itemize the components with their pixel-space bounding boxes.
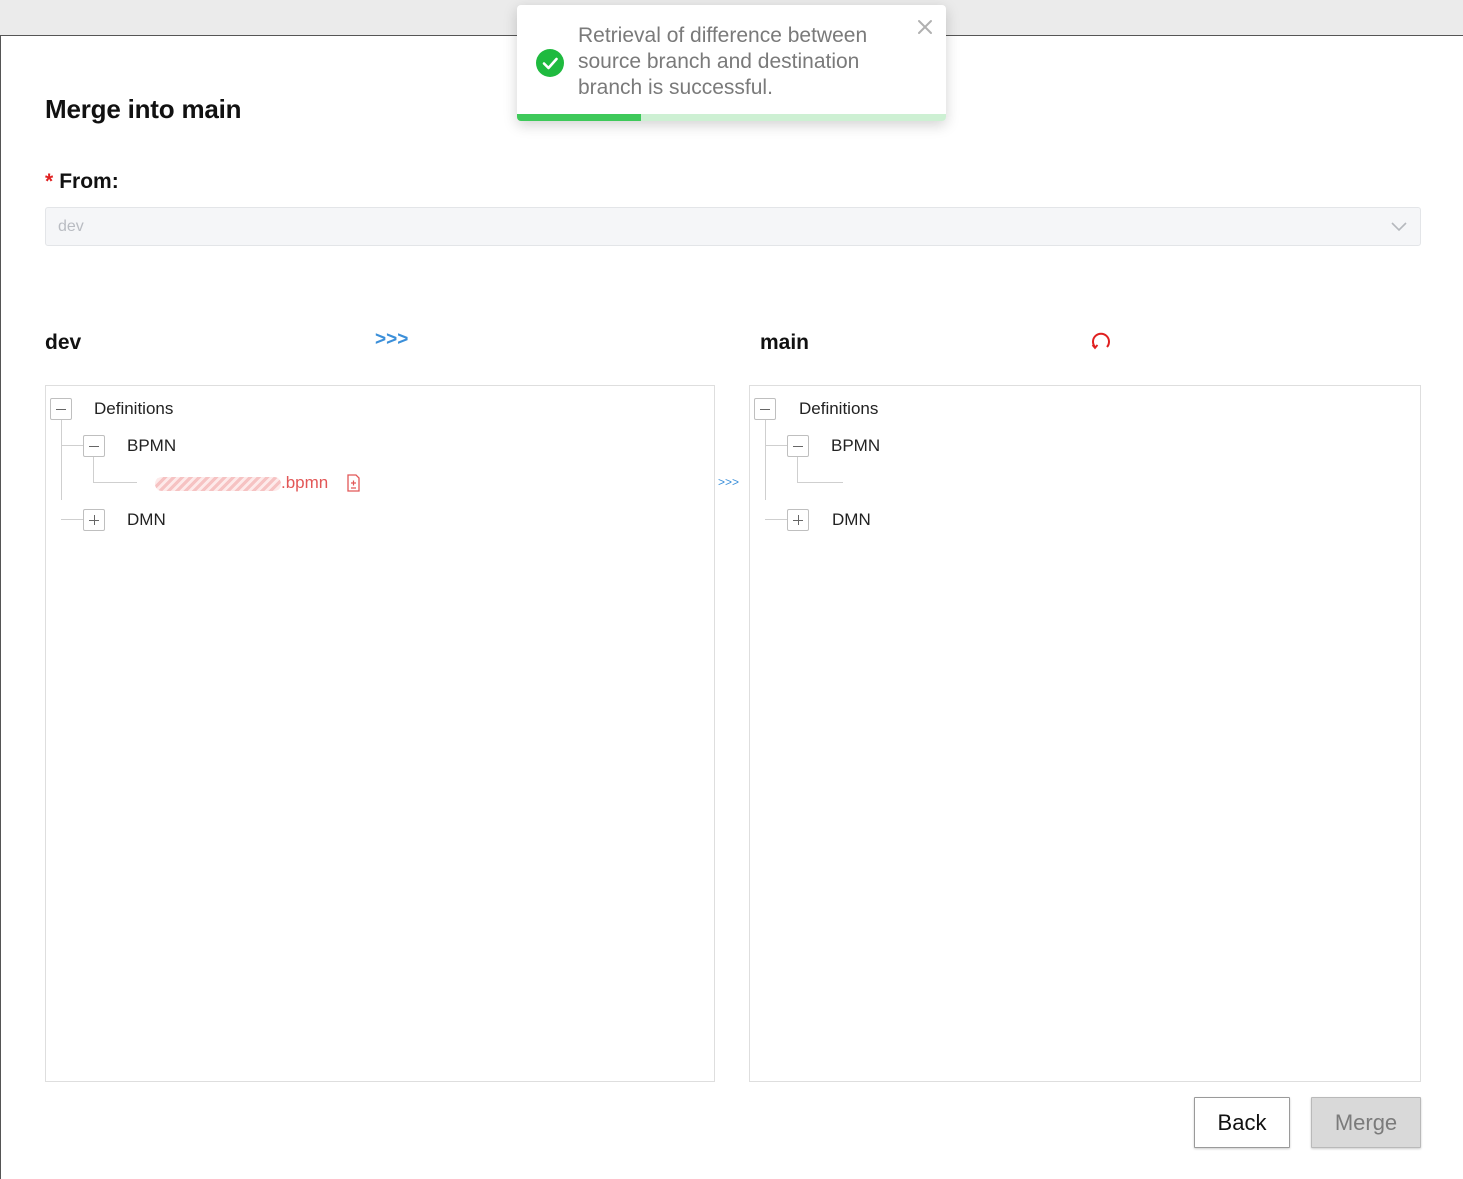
redacted-filename: [155, 477, 281, 491]
middle-arrows: >>>: [718, 475, 740, 489]
tree-node-definitions[interactable]: Definitions: [799, 399, 878, 419]
tree-node-dmn[interactable]: DMN: [832, 510, 871, 530]
collapse-toggle-definitions[interactable]: [754, 398, 776, 420]
destination-tree-panel: Definitions BPMN DMN: [749, 385, 1421, 1082]
page-title: Merge into main: [45, 94, 242, 124]
tree-node-bpmn[interactable]: BPMN: [831, 436, 880, 456]
tree-node-bpmn[interactable]: BPMN: [127, 436, 176, 456]
tree-line: [765, 418, 766, 500]
destination-branch-label: main: [760, 331, 810, 354]
tree-line: [93, 482, 137, 483]
tree-line: [797, 456, 798, 483]
tree-line: [765, 519, 787, 520]
from-branch-value: dev: [58, 218, 84, 235]
tree-node-definitions[interactable]: Definitions: [94, 399, 173, 419]
check-circle-icon: [536, 49, 564, 77]
collapse-toggle-definitions[interactable]: [50, 398, 72, 420]
tree-node-bpmn-file[interactable]: .bpmn: [281, 473, 328, 493]
from-branch-select[interactable]: dev: [45, 207, 1421, 246]
tree-line: [797, 482, 843, 483]
compare-arrows-link[interactable]: >>>: [375, 329, 408, 351]
tree-line: [61, 519, 83, 520]
source-tree-panel: Definitions BPMN .bpmn DMN: [45, 385, 715, 1082]
merge-page: Merge into main * From: dev dev >>> main …: [0, 35, 1463, 1179]
toast-progress-bar: [517, 114, 642, 121]
refresh-icon[interactable]: [1090, 331, 1112, 353]
merge-button[interactable]: Merge: [1311, 1097, 1421, 1148]
back-button[interactable]: Back: [1194, 1097, 1290, 1148]
file-diff-icon[interactable]: [346, 474, 361, 497]
tree-line: [765, 445, 787, 446]
toast-message: Retrieval of difference between source b…: [578, 24, 868, 99]
collapse-toggle-bpmn[interactable]: [83, 435, 105, 457]
source-branch-label: dev: [45, 331, 82, 354]
expand-toggle-dmn[interactable]: [83, 509, 105, 531]
tree-line: [61, 418, 62, 500]
tree-node-dmn[interactable]: DMN: [127, 510, 166, 530]
close-icon[interactable]: [915, 17, 935, 37]
from-label: * From:: [45, 170, 119, 194]
expand-toggle-dmn[interactable]: [787, 509, 809, 531]
tree-line: [61, 445, 83, 446]
chevron-down-icon: [1390, 218, 1408, 241]
required-mark: *: [45, 170, 54, 193]
collapse-toggle-bpmn[interactable]: [787, 435, 809, 457]
success-toast: Retrieval of difference between source b…: [517, 5, 946, 121]
tree-line: [93, 456, 94, 483]
from-label-text: From:: [59, 170, 119, 193]
